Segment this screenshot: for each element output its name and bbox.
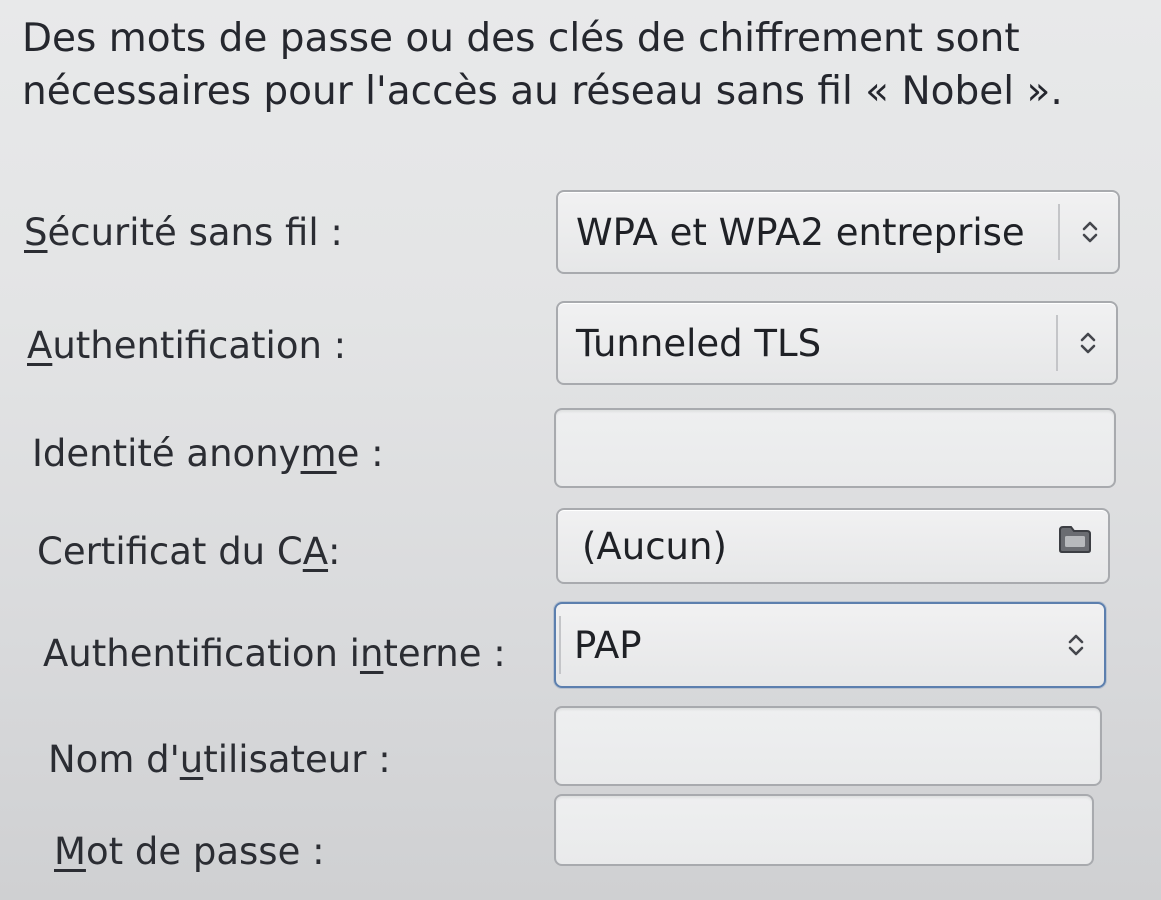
combo-updown-arrows-icon (1070, 192, 1110, 272)
inner-authentication-combobox[interactable]: PAP (554, 602, 1106, 688)
ca-certificate-file-chooser[interactable]: (Aucun) (556, 508, 1110, 584)
wireless-security-label: Sécurité sans fil : (24, 210, 343, 254)
anonymous-identity-input[interactable] (554, 408, 1116, 488)
mnemonic-s: S (24, 210, 48, 254)
ca-certificate-value: (Aucun) (582, 524, 727, 568)
combo-updown-arrows-icon (1068, 303, 1108, 383)
mnemonic-n: n (359, 631, 384, 675)
wireless-auth-dialog: Des mots de passe ou des clés de chiffre… (0, 0, 1161, 900)
combo-separator (1058, 204, 1060, 260)
inner-authentication-value: PAP (574, 623, 642, 667)
row-authentication: Authentification : Tunneled TLS (0, 300, 1161, 390)
combo-separator (1056, 315, 1058, 371)
mnemonic-m: m (300, 431, 337, 475)
authentication-label: Authentification : (27, 323, 347, 367)
mnemonic-a: A (302, 529, 329, 573)
row-wireless-security: Sécurité sans fil : WPA et WPA2 entrepri… (0, 187, 1161, 277)
mnemonic-u: u (179, 737, 204, 781)
message-line-1: Des mots de passe ou des clés de chiffre… (22, 16, 1020, 61)
username-label: Nom d' u tilisateur : (48, 737, 391, 781)
row-anonymous-identity: Identité anony m e : (0, 408, 1161, 498)
authentication-combobox[interactable]: Tunneled TLS (556, 301, 1118, 385)
row-username: Nom d' u tilisateur : (0, 706, 1161, 804)
combo-left-separator (559, 616, 561, 674)
inner-authentication-label: Authentification i n terne : (43, 631, 506, 675)
authentication-value: Tunneled TLS (576, 321, 822, 365)
auth-required-message: Des mots de passe ou des clés de chiffre… (22, 12, 1132, 118)
row-ca-certificate: Certificat du CA : (Aucun) (0, 506, 1161, 596)
wireless-security-combobox[interactable]: WPA et WPA2 entreprise (556, 190, 1120, 274)
combo-updown-arrows-icon (1056, 604, 1096, 686)
folder-icon (1058, 524, 1092, 554)
password-label: Mot de passe : (54, 829, 325, 873)
mnemonic-m: M (54, 829, 86, 873)
anonymous-identity-label: Identité anony m e : (32, 431, 384, 475)
mnemonic-a: A (27, 323, 53, 367)
message-line-2: nécessaires pour l'accès au réseau sans … (22, 69, 1063, 114)
row-inner-authentication: Authentification i n terne : PAP (0, 602, 1161, 698)
password-input[interactable] (554, 794, 1094, 866)
ca-certificate-label: Certificat du CA : (37, 529, 341, 573)
row-password: Mot de passe : (0, 794, 1161, 896)
wireless-security-value: WPA et WPA2 entreprise (576, 210, 1025, 254)
username-input[interactable] (554, 706, 1102, 786)
